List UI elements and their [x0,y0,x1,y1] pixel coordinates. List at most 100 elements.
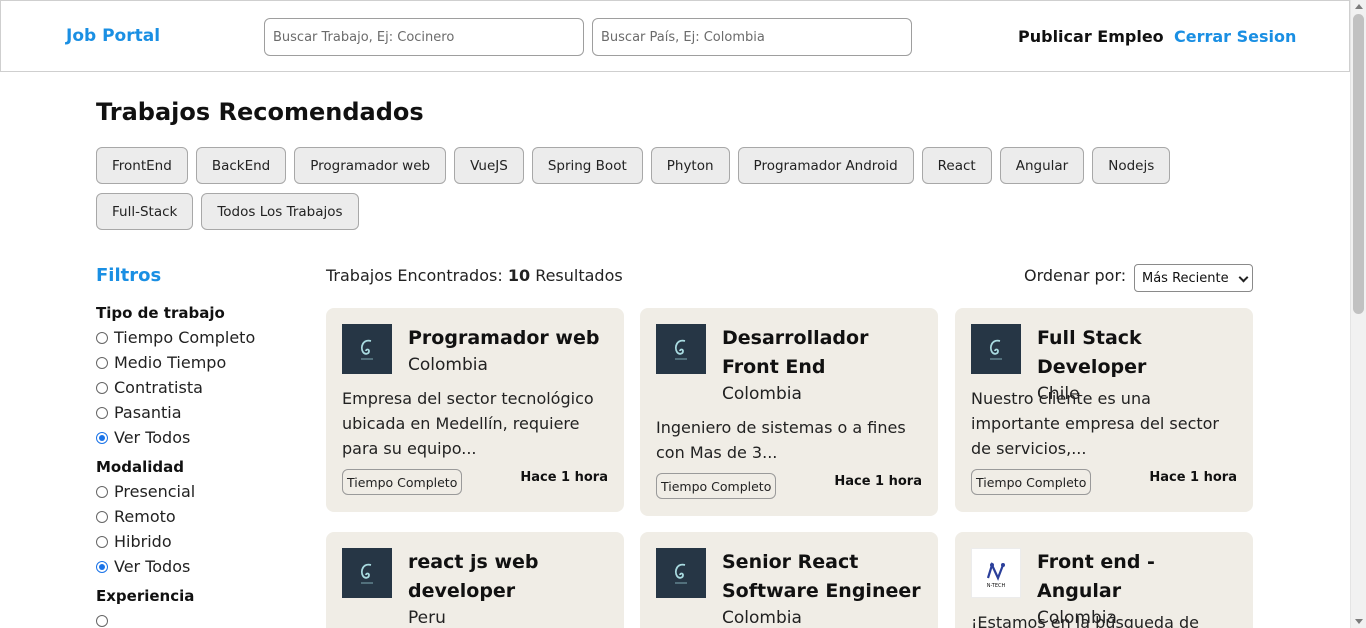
tag-angular[interactable]: Angular [999,147,1085,184]
scroll-down-icon[interactable] [1355,619,1363,624]
n-tech-logo-icon: N-TECH [987,561,1006,589]
tag-react[interactable]: React [921,147,992,184]
radio-label: Hibrido [114,532,172,551]
job-title: Desarrollador Front End Colombia [722,324,928,406]
tag-phyton[interactable]: Phyton [650,147,730,184]
teal-logo-icon [989,339,1002,360]
radio-label: Ver Todos [114,557,191,576]
top-navbar: Job Portal Publicar Empleo Cerrar Sesion [0,0,1350,72]
radio-experiencia-first[interactable] [96,608,296,628]
n-tech-logo-text: N-TECH [987,583,1006,589]
job-card[interactable]: Programador web Colombia Empresa del sect… [326,308,624,512]
tag-todos-los-trabajos[interactable]: Todos Los Trabajos [201,193,359,230]
company-logo-icon: N-TECH [971,548,1021,598]
results-suffix: Resultados [535,266,623,285]
radio-icon[interactable] [96,614,108,627]
job-title-text: Front end - Angular [1037,551,1155,602]
radio-tiempo-completo[interactable]: Tiempo Completo [96,325,296,350]
radio-icon[interactable] [96,406,108,419]
job-type-badge: Tiempo Completo [656,473,777,499]
job-card[interactable]: Full Stack Developer Chile Nuestro client… [955,308,1253,512]
radio-selected-icon[interactable] [96,431,108,444]
radio-label: Ver Todos [114,428,191,447]
job-description: Ingeniero de sistemas o a fines con Mas … [656,418,906,462]
filters-title: Filtros [96,265,162,286]
company-logo-icon [342,548,392,598]
page-scrollbar[interactable] [1350,0,1366,628]
radio-icon[interactable] [96,510,108,523]
job-title: react js web developer Peru [408,548,614,628]
radio-tipo-ver-todos[interactable]: Ver Todos [96,425,296,450]
job-type-badge: Tiempo Completo [971,469,1092,495]
job-title-text: Desarrollador Front End [722,327,869,378]
scroll-up-icon[interactable] [1355,4,1363,9]
sort-value: Más Reciente [1142,270,1229,286]
radio-label: Contratista [114,378,203,397]
tag-programador-web[interactable]: Programador web [294,147,447,184]
company-logo-icon [342,324,392,374]
publish-job-link[interactable]: Publicar Empleo [1018,27,1164,46]
radio-modalidad-ver-todos[interactable]: Ver Todos [96,554,296,579]
category-tags: FrontEnd BackEnd Programador web VueJS S… [96,147,1206,230]
job-country: Colombia [408,355,488,375]
radio-icon[interactable] [96,356,108,369]
page-title: Trabajos Recomendados [96,98,424,126]
radio-selected-icon[interactable] [96,560,108,573]
radio-pasantia[interactable]: Pasantia [96,400,296,425]
job-title: Programador web Colombia [408,324,614,377]
filter-group-title: Modalidad [96,458,184,476]
job-country: Colombia [722,608,802,628]
radio-icon[interactable] [96,485,108,498]
radio-hibrido[interactable]: Hibrido [96,529,296,554]
tag-backend[interactable]: BackEnd [195,147,287,184]
company-logo-icon [971,324,1021,374]
site-logo[interactable]: Job Portal [66,26,160,46]
teal-logo-icon [674,563,687,584]
tag-programador-android[interactable]: Programador Android [737,147,914,184]
job-country: Peru [408,608,446,628]
radio-icon[interactable] [96,535,108,548]
radio-contratista[interactable]: Contratista [96,375,296,400]
logout-link[interactable]: Cerrar Sesion [1174,27,1296,46]
job-card[interactable]: Senior React Software Engineer Colombia [640,532,938,628]
radio-remoto[interactable]: Remoto [96,504,296,529]
filters-sidebar: Filtros Tipo de trabajo Tiempo Completo … [96,265,296,628]
radio-label: Remoto [114,507,176,526]
company-logo-icon [656,548,706,598]
radio-label: Presencial [114,482,196,501]
job-description: Empresa del sector tecnológico ubicada e… [342,389,594,458]
tag-vuejs[interactable]: VueJS [454,147,524,184]
tag-frontend[interactable]: FrontEnd [96,147,188,184]
filter-group-tipo: Tipo de trabajo Tiempo Completo Medio Ti… [96,304,296,450]
radio-label: Tiempo Completo [114,328,256,347]
radio-icon[interactable] [96,381,108,394]
radio-label: Medio Tiempo [114,353,227,372]
radio-icon[interactable] [96,331,108,344]
job-type-badge: Tiempo Completo [342,469,463,495]
tag-full-stack[interactable]: Full-Stack [96,193,194,230]
job-title-text: Senior React Software Engineer [722,551,921,602]
company-logo-icon [656,324,706,374]
job-card[interactable]: Desarrollador Front End Colombia Ingenier… [640,308,938,516]
tag-nodejs[interactable]: Nodejs [1092,147,1171,184]
sort-select[interactable]: Más Reciente [1134,264,1253,292]
teal-logo-icon [674,339,687,360]
radio-medio-tiempo[interactable]: Medio Tiempo [96,350,296,375]
job-country: Colombia [722,384,802,404]
job-card[interactable]: react js web developer Peru [326,532,624,628]
country-search-input[interactable] [592,18,912,56]
job-posted-time: Hace 1 hora [520,470,608,485]
job-description: ¡Estamos en la búsqueda de [971,613,1199,628]
teal-logo-icon [360,339,373,360]
job-card[interactable]: N-TECH Front end - Angular Colombia ¡Esta… [955,532,1253,628]
job-search-input[interactable] [264,18,584,56]
radio-presencial[interactable]: Presencial [96,479,296,504]
page: Job Portal Publicar Empleo Cerrar Sesion… [0,0,1366,628]
filter-group-modalidad: Modalidad Presencial Remoto Hibrido Ver … [96,458,296,579]
job-title: Senior React Software Engineer Colombia [722,548,928,628]
tag-spring-boot[interactable]: Spring Boot [531,147,643,184]
scroll-thumb[interactable] [1353,14,1364,314]
results-count: Trabajos Encontrados: 10 Resultados [326,266,623,285]
sort-label: Ordenar por: [1024,266,1127,285]
job-title-text: react js web developer [408,551,539,602]
